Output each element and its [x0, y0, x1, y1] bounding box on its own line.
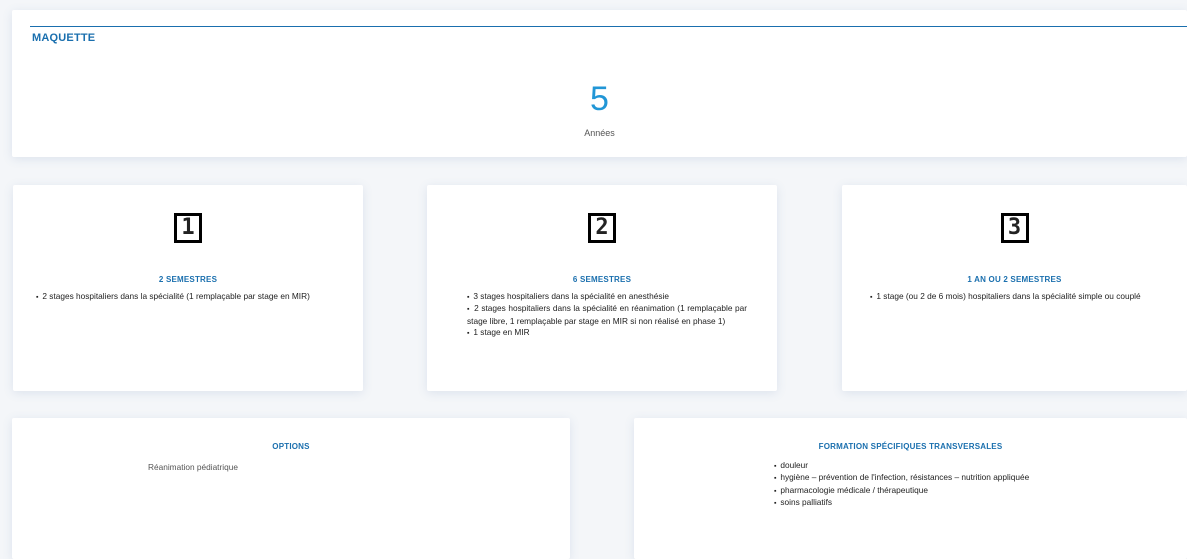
- phase-item-list: 2 stages hospitaliers dans la spécialité…: [36, 291, 338, 303]
- list-item: 2 stages hospitaliers dans la spécialité…: [36, 291, 338, 303]
- duration-value: 5: [590, 80, 609, 118]
- phase-number-icon: 1: [174, 213, 202, 243]
- list-item: hygiène – prévention de l'infection, rés…: [774, 472, 1059, 484]
- option-item: Réanimation pédiatrique: [148, 462, 238, 472]
- options-card: OPTIONS Réanimation pédiatrique: [12, 418, 570, 559]
- phase-card-1: 1 2 SEMESTRES 2 stages hospitaliers dans…: [13, 185, 363, 391]
- phase-title: 6 SEMESTRES: [572, 275, 632, 284]
- phase-item-list: 1 stage (ou 2 de 6 mois) hospitaliers da…: [870, 291, 1157, 303]
- formation-title: FORMATION SPÉCIFIQUES TRANSVERSALES: [818, 442, 1003, 451]
- maquette-title: MAQUETTE: [32, 32, 96, 44]
- list-item: 2 stages hospitaliers dans la spécialité…: [467, 303, 747, 327]
- phase-number-icon: 3: [1000, 213, 1029, 243]
- title-rule: [30, 26, 1187, 27]
- duration-unit: Années: [584, 128, 615, 138]
- list-item: soins palliatifs: [774, 497, 1059, 509]
- phase-card-2: 2 6 SEMESTRES 3 stages hospitaliers dans…: [427, 185, 777, 391]
- phase-title: 1 AN OU 2 SEMESTRES: [967, 275, 1062, 284]
- formation-card: FORMATION SPÉCIFIQUES TRANSVERSALES doul…: [634, 418, 1187, 559]
- formation-item-list: douleur hygiène – prévention de l'infect…: [774, 460, 1059, 510]
- phase-number-icon: 2: [588, 213, 616, 243]
- phase-item-list: 3 stages hospitaliers dans la spécialité…: [467, 291, 747, 340]
- list-item: 1 stage (ou 2 de 6 mois) hospitaliers da…: [870, 291, 1157, 303]
- maquette-card: MAQUETTE 5 Années: [12, 10, 1187, 157]
- list-item: douleur: [774, 460, 1059, 472]
- list-item: 1 stage en MIR: [467, 327, 747, 339]
- options-title: OPTIONS: [272, 442, 310, 451]
- list-item: pharmacologie médicale / thérapeutique: [774, 485, 1059, 497]
- phase-title: 2 SEMESTRES: [158, 275, 218, 284]
- list-item: 3 stages hospitaliers dans la spécialité…: [467, 291, 747, 303]
- phase-card-3: 3 1 AN OU 2 SEMESTRES 1 stage (ou 2 de 6…: [842, 185, 1187, 391]
